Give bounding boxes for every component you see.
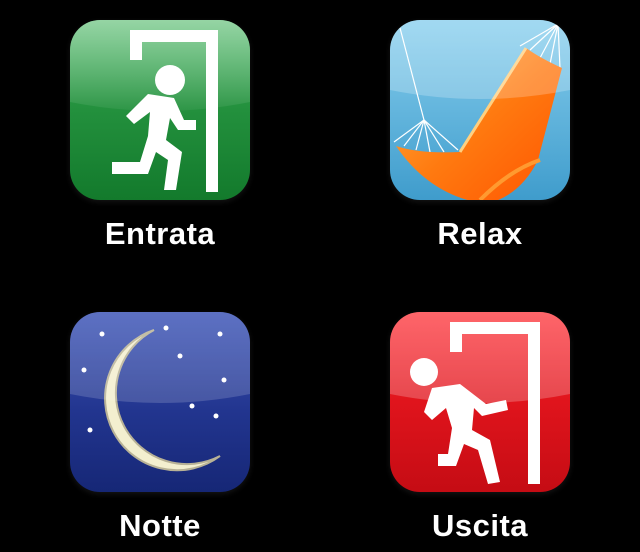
tile-label-notte: Notte: [119, 508, 201, 543]
home-screen: Entrata Relax Notte Uscita: [0, 0, 640, 552]
tile-entrata[interactable]: Entrata: [60, 20, 260, 260]
tile-relax[interactable]: Relax: [380, 20, 580, 260]
tile-label-entrata: Entrata: [104, 216, 216, 251]
entrata-button[interactable]: [70, 20, 250, 200]
tile-notte[interactable]: Notte: [60, 312, 260, 552]
tile-label-uscita: Uscita: [431, 508, 529, 543]
notte-button[interactable]: [70, 312, 250, 492]
tile-label-relax: Relax: [437, 216, 523, 251]
enter-door-icon: [70, 20, 250, 200]
hammock-icon: [390, 20, 570, 200]
exit-door-icon: [390, 312, 570, 492]
relax-button[interactable]: [390, 20, 570, 200]
moon-icon: [70, 312, 250, 492]
tile-uscita[interactable]: Uscita: [380, 312, 580, 552]
uscita-button[interactable]: [390, 312, 570, 492]
